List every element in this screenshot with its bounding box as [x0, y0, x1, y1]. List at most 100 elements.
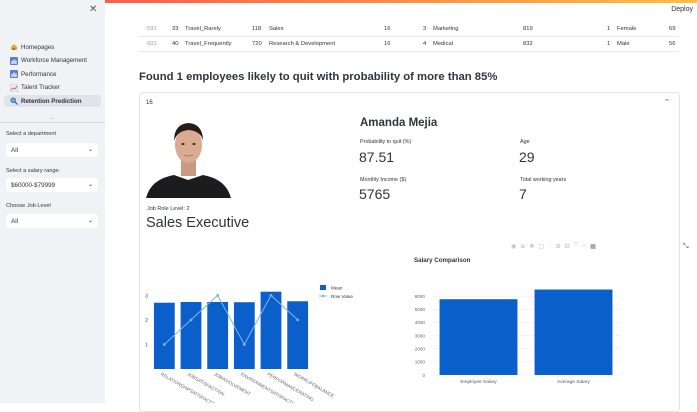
salary-label: Select a salary range: — [6, 168, 61, 174]
camera-icon[interactable]: ◉ — [511, 243, 516, 250]
bar-mean — [153, 302, 175, 369]
salary-bar — [534, 289, 613, 375]
x-tick-label: Average Salary — [557, 379, 590, 385]
sidebar-item-workforce[interactable]: Workforce Management — [4, 55, 101, 67]
table-cell: Research & Development — [269, 41, 336, 47]
salary-select[interactable]: $60000-$79999 ⌄ — [6, 178, 98, 192]
satisfaction-chart: 123RELATIONSHIPSATISFACTIONJOBSATISFACTI… — [145, 285, 353, 403]
collapse-nav-icon[interactable]: ︿ — [49, 114, 54, 121]
bar-mean — [287, 301, 309, 369]
bar-mean — [180, 301, 202, 369]
sidebar: ✕ Homepages Workforce Management Perform… — [0, 0, 105, 403]
salary-comparison-chart: Salary Comparison 0 1000 2000 3000 4000 5000 60… — [414, 257, 621, 385]
table-cell: 1 — [607, 26, 611, 32]
table-row[interactable]: 591 33 Travel_Rarely 118 Sales 16 3 Mark… — [139, 22, 679, 37]
chevron-down-icon: ⌄ — [87, 147, 93, 153]
close-sidebar-icon[interactable]: ✕ — [89, 4, 97, 15]
table-cell: 819 — [523, 26, 533, 32]
job-title: Sales Executive — [146, 215, 250, 231]
row-value-point — [189, 318, 193, 322]
y-tick-label: 3000 — [415, 333, 426, 338]
employee-photo — [146, 113, 231, 198]
years-value: 7 — [519, 186, 527, 202]
magnifier-icon — [10, 97, 18, 106]
sidebar-item-label: Homepages — [21, 43, 55, 51]
sidebar-item-label: Talent Tracker — [21, 84, 60, 92]
y-tick-label: 1 — [145, 342, 148, 348]
age-value: 29 — [519, 149, 535, 165]
sidebar-item-label: Workforce Management — [21, 57, 87, 65]
employee-table: 591 33 Travel_Rarely 118 Sales 16 3 Mark… — [139, 22, 679, 52]
years-label: Total working years — [520, 177, 567, 183]
prob-value: 87.51 — [359, 149, 395, 165]
chevron-down-icon: ⌄ — [87, 182, 93, 188]
y-tick-label: 4000 — [415, 320, 426, 325]
age-label: Age — [520, 139, 530, 145]
fullscreen-icon[interactable]: ⤡ — [683, 243, 689, 251]
row-value-point — [242, 343, 246, 346]
sidebar-item-homepages[interactable]: Homepages — [4, 41, 101, 53]
sidebar-item-retention[interactable]: Retention Prediction — [4, 95, 101, 108]
job-level-select[interactable]: All ⌄ — [6, 214, 98, 228]
table-row[interactable]: 601 40 Travel_Frequently 720 Research & … — [139, 37, 679, 52]
sidebar-item-talent-tracker[interactable]: Talent Tracker — [4, 82, 101, 94]
chart-title: Salary Comparison — [414, 257, 471, 264]
income-label: Monthly Income ($) — [360, 177, 407, 183]
table-cell: 1 — [607, 41, 611, 47]
prob-label: Probability to quit (%) — [360, 139, 412, 145]
row-value-point — [216, 293, 220, 297]
reset-axes-icon[interactable]: ⌂ — [582, 243, 586, 250]
chevron-up-icon[interactable]: ⌃ — [664, 98, 670, 106]
table-cell: 16 — [384, 26, 391, 32]
zoom-icon[interactable]: ⊕ — [520, 243, 525, 250]
y-tick-label: 6000 — [415, 294, 426, 299]
chevron-down-icon: ⌄ — [87, 218, 93, 224]
bar-mean — [233, 302, 255, 369]
page-heading: Found 1 employees likely to quit with pr… — [139, 71, 498, 83]
bar-chart-icon — [10, 70, 18, 79]
table-cell: 40 — [172, 41, 179, 47]
zoom-out-icon[interactable]: ⊟ — [565, 243, 570, 250]
sidebar-item-performance[interactable]: Performance — [4, 68, 101, 80]
bar-mean — [207, 301, 229, 369]
y-tick-label: 2 — [145, 318, 148, 324]
income-value: 5765 — [359, 186, 391, 202]
table-cell: 69 — [669, 26, 676, 32]
table-cell: 601 — [147, 41, 157, 47]
employee-name: Amanda Mejia — [360, 117, 438, 129]
department-select[interactable]: All ⌄ — [6, 143, 98, 157]
table-cell: 33 — [172, 26, 179, 32]
bar-mean — [260, 291, 282, 369]
table-cell: 832 — [523, 41, 533, 47]
department-value: All — [11, 146, 18, 154]
legend-label-row-value: Row Value — [331, 294, 353, 299]
chart-icon — [10, 83, 18, 92]
table-cell: Male — [617, 41, 630, 47]
legend-marker-row-value — [321, 294, 325, 298]
table-cell: Sales — [269, 26, 284, 32]
sidebar-item-label: Retention Prediction — [21, 97, 82, 105]
table-cell: 16 — [384, 41, 391, 47]
expander-label[interactable]: 16 — [146, 100, 153, 106]
chart-modebar: ◉ ⊕ ✥ ▢ ◌ ⊞ ⊟ ⤧ ⌂ ▦ — [511, 243, 596, 250]
job-level-label: Choose Job Level — [6, 203, 51, 209]
box-select-icon[interactable]: ▢ — [538, 243, 544, 250]
table-cell: Female — [617, 26, 637, 32]
table-cell: 3 — [423, 26, 427, 32]
table-cell: Travel_Rarely — [185, 26, 221, 32]
y-tick-label: 3 — [145, 293, 148, 299]
lasso-icon[interactable]: ◌ — [548, 243, 552, 250]
salary-value: $60000-$79999 — [11, 181, 56, 189]
y-tick-label: 5000 — [415, 307, 426, 312]
x-tick-label: PERFORMANCERATING — [267, 372, 316, 403]
pan-icon[interactable]: ✥ — [529, 243, 534, 250]
autoscale-icon[interactable]: ⤧ — [574, 243, 579, 250]
y-tick-label: 2000 — [415, 347, 426, 352]
y-tick-label: 0 — [422, 373, 425, 378]
sidebar-divider — [0, 122, 105, 123]
plotly-logo-icon[interactable]: ▦ — [590, 243, 596, 250]
row-value-point — [162, 343, 166, 346]
deploy-button[interactable]: Deploy — [671, 6, 693, 13]
sidebar-item-label: Performance — [21, 70, 57, 78]
zoom-in-icon[interactable]: ⊞ — [556, 243, 561, 250]
